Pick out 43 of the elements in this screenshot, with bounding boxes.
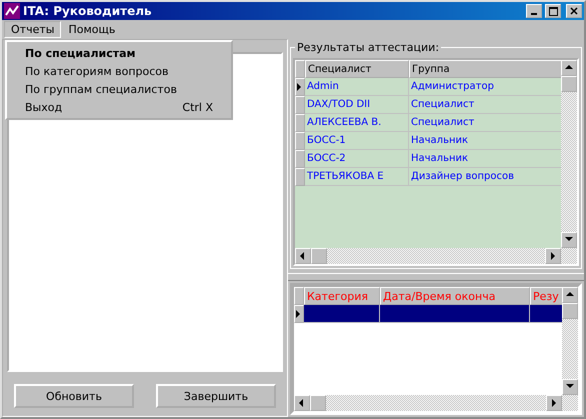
scroll-up-button[interactable] (561, 60, 577, 76)
menu-option[interactable]: По специалистам (7, 44, 231, 62)
table-cell: АЛЕКСЕЕВА В. (305, 114, 409, 132)
close-icon (570, 7, 578, 15)
menu-option[interactable]: По группам специалистов (7, 80, 231, 98)
scroll-up-button[interactable] (562, 287, 578, 303)
scroll-thumb[interactable] (561, 76, 577, 92)
row-indicator[interactable] (295, 78, 305, 96)
menu-item[interactable]: Помощь (61, 21, 122, 38)
group-label: Результаты аттестации: (295, 41, 442, 54)
splitter[interactable] (288, 273, 584, 281)
menu-item[interactable]: Отчеты (4, 21, 62, 38)
scroll-right-button[interactable] (546, 395, 562, 411)
table-cell: DAX/TOD DII (305, 96, 409, 114)
scroll-left-button[interactable] (295, 248, 311, 264)
action-button[interactable]: Обновить (14, 384, 134, 408)
action-button[interactable]: Завершить (156, 384, 276, 408)
scroll-down-button[interactable] (562, 379, 578, 395)
scroll-down-button[interactable] (561, 232, 577, 248)
current-row-icon (296, 82, 302, 92)
scroll-thumb[interactable] (562, 303, 578, 319)
table-cell: ТРЕТЬЯКОВА Е (305, 168, 409, 186)
menu-option[interactable]: Выход Ctrl X (7, 98, 231, 116)
table-cell: БОСС-2 (305, 150, 409, 168)
scroll-right-button[interactable] (545, 248, 561, 264)
column-header[interactable]: Специалист (305, 60, 409, 78)
scroll-left-button[interactable] (294, 395, 310, 411)
column-header[interactable]: Группа (409, 60, 561, 78)
table-cell: БОСС-1 (305, 132, 409, 150)
minimize-button[interactable] (526, 4, 542, 18)
menu-option[interactable]: По категориям вопросов (7, 62, 231, 80)
table-cell: Admin (305, 78, 409, 96)
close-button[interactable] (566, 4, 582, 18)
shortcut-label: Ctrl X (182, 100, 213, 114)
current-row-icon (295, 309, 301, 319)
row-indicator[interactable] (294, 305, 304, 323)
scroll-thumb[interactable] (310, 395, 326, 411)
window-title: ITA: Руководитель (23, 4, 153, 18)
app-icon (4, 3, 20, 19)
maximize-icon (548, 6, 558, 16)
maximize-button[interactable] (545, 4, 561, 18)
scroll-thumb[interactable] (311, 248, 327, 264)
table-cell (530, 305, 562, 323)
